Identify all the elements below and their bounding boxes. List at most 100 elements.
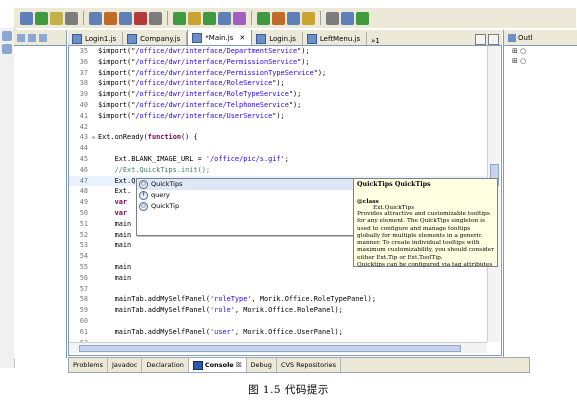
editor-tab[interactable]: Login1.js [68,32,124,45]
toolbar-button-icon[interactable] [89,11,102,25]
autocomplete-popup[interactable]: ○ QuickTips f query ○ QuickTip [136,178,355,236]
view-tab[interactable]: Declaration [142,358,189,372]
code-line[interactable]: 42 [69,122,487,133]
toolbar-button-icon[interactable] [149,11,162,25]
code-token: $import(" [98,68,136,77]
code-line[interactable]: 41 $import("/office/dwr/interface/UserSer… [69,111,487,122]
outline-node[interactable]: ⊞ ○ [504,46,577,56]
editor-tab-label: Login.js [269,34,296,43]
toolbar-button-icon[interactable] [20,11,33,25]
close-icon[interactable]: ☒ [236,358,242,372]
view-tab[interactable]: Console ☒ [188,358,247,372]
code-line[interactable]: 45 Ext.BLANK_IMAGE_URL = '/office/pic/s.… [69,154,487,165]
line-number: 42 [79,122,88,131]
code-token: $import(" [98,57,136,66]
code-token: "); [313,68,327,77]
toolbar-button-icon[interactable] [173,11,186,25]
collapse-icon[interactable] [17,33,25,42]
view-tab[interactable]: Debug [247,358,277,372]
code-line[interactable]: 58 mainTab.addMySelfPanel('roleType', Mo… [69,294,487,305]
line-number: 50 [79,208,88,217]
editor-tab[interactable]: Login.js [252,32,303,45]
code-token: Ext.Q [98,176,136,185]
toolbar-button-icon[interactable] [134,11,147,25]
code-line[interactable]: 60 [69,316,487,327]
toolbar-button-icon[interactable] [188,11,201,25]
view-icon[interactable] [2,44,12,54]
code-line[interactable]: 61 mainTab.addMySelfPanel('user', Morik.… [69,327,487,338]
code-line[interactable]: 40 $import("/office/dwr/interface/Telphon… [69,100,487,111]
line-number: 35 [79,47,88,55]
code-line[interactable]: 57 [69,284,487,295]
code-line[interactable]: 36 $import("/office/dwr/interface/Permiss… [69,57,487,68]
doc-title: QuickTips QuickTips [357,181,431,188]
line-number: 44 [79,144,88,153]
maximize-icon[interactable] [488,34,499,45]
view-tab[interactable]: Problems [69,358,108,372]
autocomplete-item[interactable]: f query [137,190,354,201]
editor-tab[interactable]: LeftMenu.js [303,32,368,45]
toolbar-button-icon[interactable] [218,11,231,25]
toolbar-button-icon[interactable] [341,11,354,25]
editor-tab-label: LeftMenu.js [319,34,361,43]
code-line[interactable]: 44 [69,143,487,154]
view-tab-label: Declaration [146,361,184,369]
js-file-icon [127,33,138,44]
code-line[interactable]: 39 $import("/office/dwr/interface/RoleTyp… [69,89,487,100]
toolbar-button-icon[interactable] [119,11,132,25]
tab-overflow[interactable]: »1 [367,37,384,45]
line-number: 51 [79,219,88,228]
code-token: $import(" [98,90,136,99]
code-token: $import(" [98,100,136,109]
code-token: /office/dwr/interface/PermissionService [135,57,298,66]
outline-header[interactable]: Outl [504,30,577,46]
toolbar-button-icon[interactable] [65,11,78,25]
editor-tab[interactable]: *Main.js ✕ [187,30,253,45]
code-line[interactable]: 46 //Ext.QuickTips.init(); [69,165,487,176]
minimize-icon[interactable] [475,34,486,45]
view-tab-label: CVS Repositories [280,361,337,369]
toolbar-button-icon[interactable] [203,11,216,25]
line-number: 60 [79,316,88,325]
line-number: 46 [79,165,88,174]
autocomplete-item[interactable]: ○ QuickTip [137,201,354,212]
editor-tab[interactable]: Company.js [123,32,188,45]
toolbar-button-icon[interactable] [104,11,117,25]
toolbar-button-icon[interactable] [287,11,300,25]
toolbar-button-icon[interactable] [326,11,339,25]
code-line[interactable]: 38 $import("/office/dwr/interface/RoleSer… [69,78,487,89]
left-view-pane [14,30,67,358]
toolbar-button-icon[interactable] [356,11,369,25]
view-tab[interactable]: CVS Repositories [277,358,342,372]
restore-icon[interactable] [2,31,12,41]
toolbar-button-icon[interactable] [257,11,270,25]
line-number: 38 [79,79,88,88]
toolbar-button-icon[interactable] [233,11,246,25]
code-line[interactable]: 37 $import("/office/dwr/interface/Permiss… [69,68,487,79]
code-token: main [98,241,132,250]
outline-title: Outl [518,33,533,42]
line-number: 45 [79,154,88,163]
toolbar-button-icon[interactable] [35,11,48,25]
code-line[interactable]: 59 mainTab.addMySelfPanel('role', Morik.… [69,305,487,316]
code-token: "); [288,100,302,109]
outline-node[interactable]: ⊞ ○ [504,56,577,66]
menu-icon[interactable] [39,33,47,42]
link-icon[interactable] [28,33,36,42]
toolbar-button-icon[interactable] [272,11,285,25]
js-file-icon [306,33,317,44]
autocomplete-item[interactable]: ○ QuickTips [137,179,354,190]
scroll-thumb[interactable] [79,345,461,352]
toolbar-button-icon[interactable] [302,11,315,25]
horizontal-scrollbar[interactable] [69,342,487,353]
toolbar-button-icon[interactable] [50,11,63,25]
line-number: 55 [79,262,88,271]
view-tab-label: Javadoc [111,361,138,369]
view-tab[interactable]: Javadoc [108,358,143,372]
code-token: () { [181,133,198,142]
code-line[interactable]: 56 main [69,273,487,284]
code-line[interactable]: 43 ⊖ Ext.onReady(function() { [69,132,487,143]
code-line[interactable]: 35 $import("/office/dwr/interface/Departm… [69,46,487,57]
close-icon[interactable]: ✕ [239,34,245,42]
code-token: mainTab.addMySelfPanel( [98,306,211,315]
